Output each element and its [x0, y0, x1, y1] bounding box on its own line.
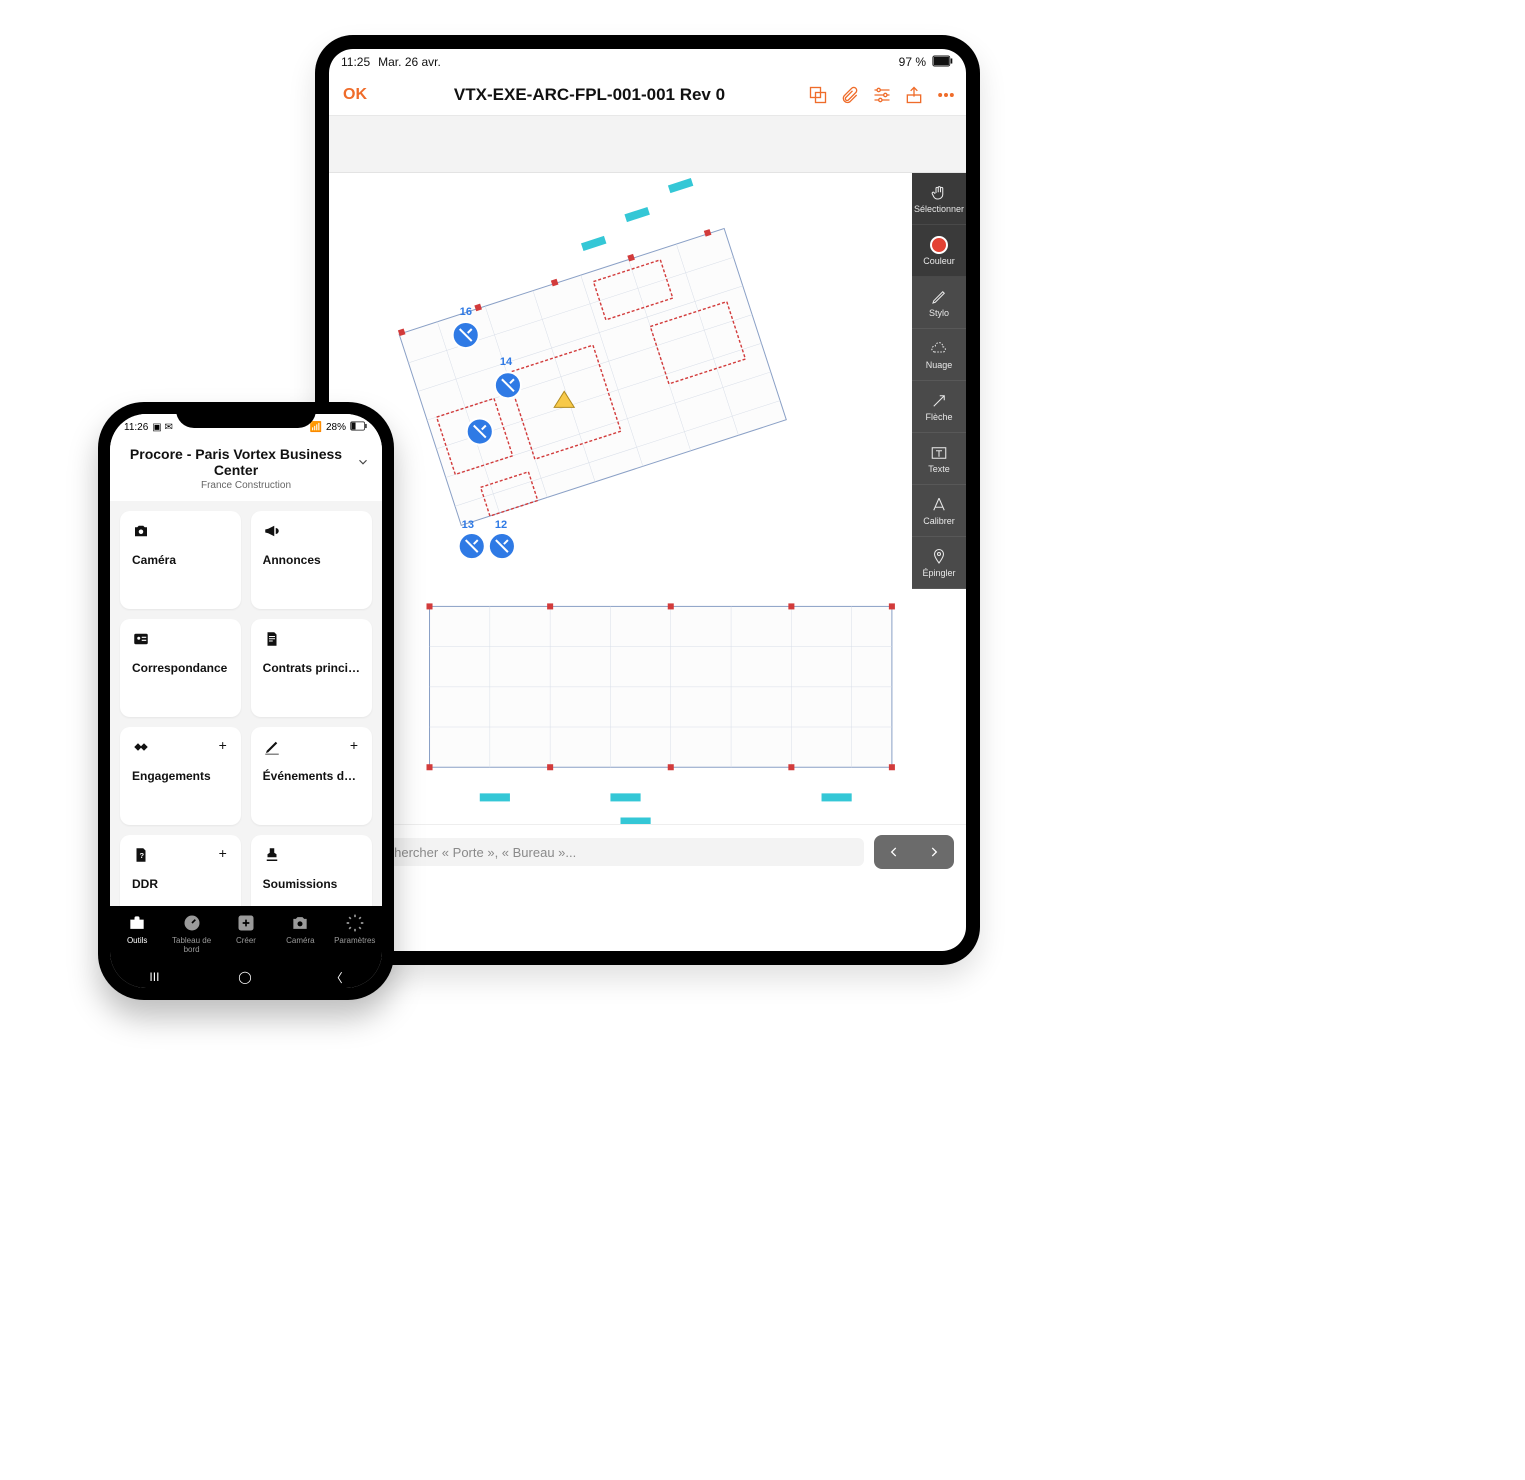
next-sheet-button[interactable] [914, 835, 954, 869]
card-camera[interactable]: Caméra [120, 511, 241, 609]
tool-grid: Caméra Annonces Correspondance Contrats … [110, 501, 382, 943]
card-prime-contracts[interactable]: Contrats princi… [251, 619, 372, 717]
phone-screen: 11:26 ▣ ✉ 📶 28% Procore - Paris Vortex B… [110, 414, 382, 988]
tablet-device: 11:25 Mar. 26 avr. 97 % OK VTX-EXE-ARC-F… [315, 35, 980, 965]
more-icon[interactable] [934, 83, 958, 107]
phone-header[interactable]: Procore - Paris Vortex Business Center F… [110, 440, 382, 501]
pin-icon [930, 548, 948, 566]
svg-text:?: ? [140, 851, 145, 860]
battery-icon [932, 55, 954, 70]
tablet-status-bar: 11:25 Mar. 26 avr. 97 % [329, 49, 966, 75]
signal-icon: 📶 [310, 422, 322, 433]
floorplan[interactable]: 16 14 [329, 173, 912, 879]
svg-text:12: 12 [495, 519, 507, 531]
battery-icon [350, 421, 368, 434]
tool-pen[interactable]: Stylo [912, 277, 966, 329]
annotation-toolbar: Sélectionner Couleur Stylo Nuage [912, 173, 966, 589]
phone-notch [176, 402, 316, 428]
tool-cloud[interactable]: Nuage [912, 329, 966, 381]
filters-icon[interactable] [870, 83, 894, 107]
compare-icon[interactable] [806, 83, 830, 107]
android-nav-bar: III ◯ 〈 [110, 966, 382, 988]
svg-text:16: 16 [460, 306, 472, 318]
tablet-subheader [329, 116, 966, 173]
tablet-date: Mar. 26 avr. [378, 55, 441, 69]
briefcase-icon [126, 912, 148, 934]
cloud-icon [930, 340, 948, 358]
map-pin-unlabeled-1[interactable] [467, 418, 493, 444]
text-icon [930, 444, 948, 462]
back-button[interactable]: 〈 [331, 969, 343, 986]
home-button[interactable]: ◯ [238, 970, 251, 984]
tool-select[interactable]: Sélectionner [912, 173, 966, 225]
tablet-screen: 11:25 Mar. 26 avr. 97 % OK VTX-EXE-ARC-F… [329, 49, 966, 951]
tab-create[interactable]: Créer [221, 912, 271, 945]
gear-icon [344, 912, 366, 934]
add-icon[interactable]: + [346, 737, 362, 753]
svg-text:14: 14 [500, 356, 513, 368]
prev-sheet-button[interactable] [874, 835, 914, 869]
sheet-navigation [874, 835, 954, 869]
tablet-header: OK VTX-EXE-ARC-FPL-001-001 Rev 0 [329, 75, 966, 116]
map-pin-12[interactable]: 12 [489, 519, 515, 559]
search-placeholder: Rechercher « Porte », « Bureau »... [371, 845, 576, 860]
ok-button[interactable]: OK [337, 82, 373, 108]
pen-icon [930, 288, 948, 306]
phone-tabbar: Outils Tableau de bord Créer Caméra Para… [110, 906, 382, 988]
attachment-icon[interactable] [838, 83, 862, 107]
phone-time: 11:26 [124, 422, 148, 433]
camera-icon [289, 912, 311, 934]
arrow-icon [930, 392, 948, 410]
chevron-down-icon [356, 455, 370, 469]
map-pin-13[interactable]: 13 [459, 519, 485, 559]
camera-icon [132, 521, 229, 541]
card-commitments[interactable]: + Engagements [120, 727, 241, 825]
project-title: Procore - Paris Vortex Business Center [122, 446, 350, 478]
drawing-canvas[interactable]: Sélectionner Couleur Stylo Nuage [329, 173, 966, 879]
app-indicator-icon: ▣ ✉ [152, 422, 173, 433]
svg-text:13: 13 [462, 519, 474, 531]
tab-camera[interactable]: Caméra [275, 912, 325, 945]
document-icon [263, 629, 360, 649]
tool-color[interactable]: Couleur [912, 225, 966, 277]
drawing-title: VTX-EXE-ARC-FPL-001-001 Rev 0 [381, 85, 798, 105]
hand-icon [930, 184, 948, 202]
search-input[interactable]: Rechercher « Porte », « Bureau »... [341, 838, 864, 866]
card-correspondence[interactable]: Correspondance [120, 619, 241, 717]
id-card-icon [132, 629, 229, 649]
tool-calibrate[interactable]: Calibrer [912, 485, 966, 537]
tablet-battery-text: 97 % [899, 55, 926, 69]
card-announcements[interactable]: Annonces [251, 511, 372, 609]
megaphone-icon [263, 521, 360, 541]
company-name: France Construction [122, 480, 370, 491]
tab-tools[interactable]: Outils [112, 912, 162, 945]
card-events[interactable]: + Événements d… [251, 727, 372, 825]
phone-battery-text: 28% [326, 422, 346, 433]
gauge-icon [181, 912, 203, 934]
tool-text[interactable]: Texte [912, 433, 966, 485]
tool-arrow[interactable]: Flèche [912, 381, 966, 433]
add-icon[interactable]: + [215, 845, 231, 861]
tab-dashboard[interactable]: Tableau de bord [167, 912, 217, 954]
tool-pin[interactable]: Épingler [912, 537, 966, 589]
phone-device: 11:26 ▣ ✉ 📶 28% Procore - Paris Vortex B… [98, 402, 394, 1000]
tablet-bottom-bar: Rechercher « Porte », « Bureau »... [329, 824, 966, 879]
calibrate-icon [930, 496, 948, 514]
share-icon[interactable] [902, 83, 926, 107]
color-swatch-icon [930, 236, 948, 254]
stamp-icon [263, 845, 360, 865]
plus-square-icon [235, 912, 257, 934]
add-icon[interactable]: + [215, 737, 231, 753]
recents-button[interactable]: III [149, 970, 159, 984]
tablet-time: 11:25 [341, 55, 370, 69]
tab-settings[interactable]: Paramètres [330, 912, 380, 945]
